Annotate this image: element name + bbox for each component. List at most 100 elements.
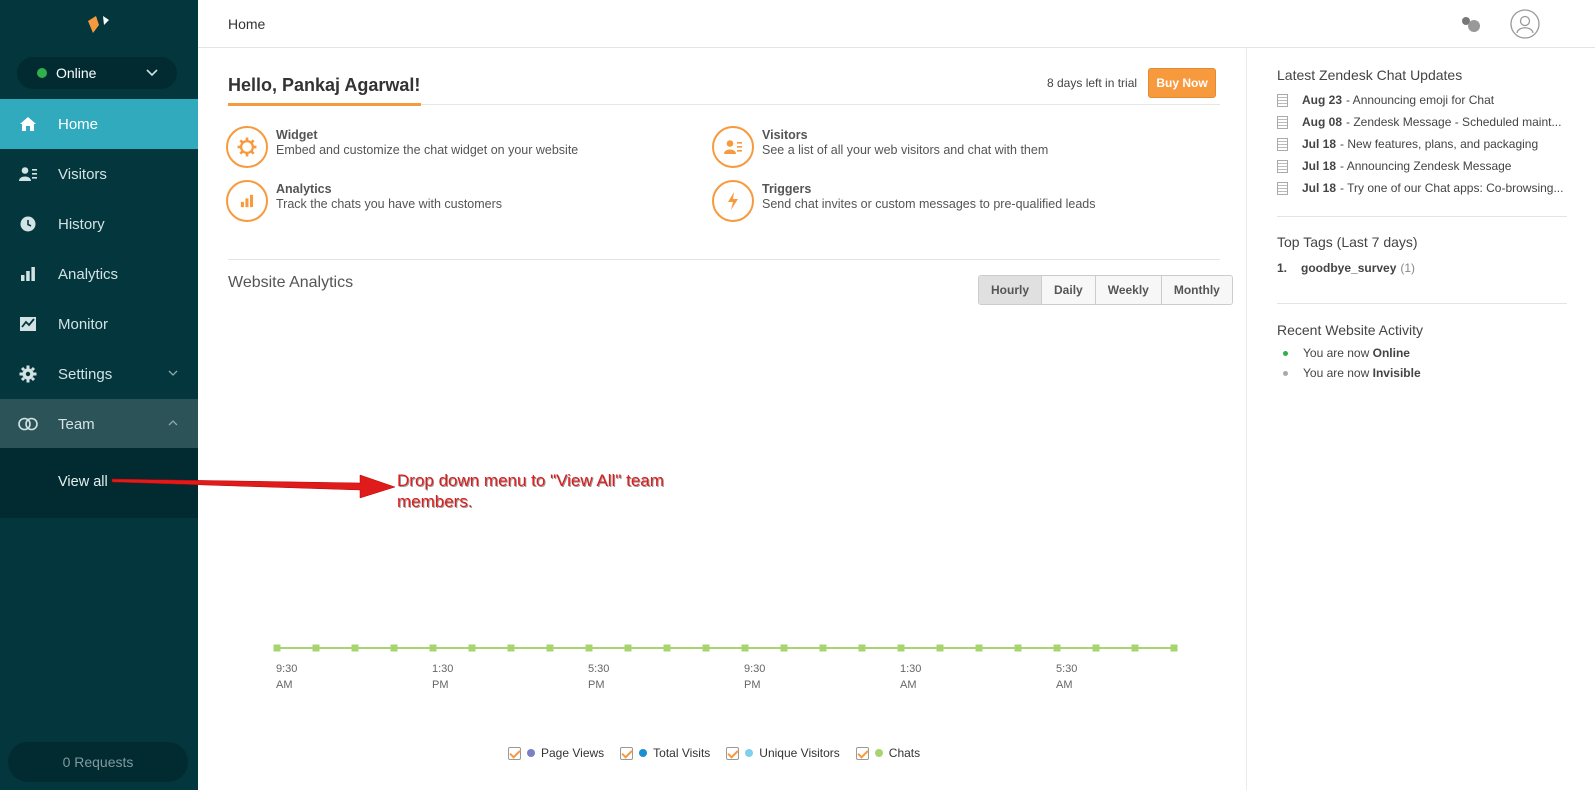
feature-widget[interactable]: Widget Embed and customize the chat widge… [226,126,578,168]
zendesk-logo-icon[interactable] [86,12,112,34]
feature-desc: Track the chats you have with customers [276,197,503,211]
data-point[interactable] [663,644,671,652]
update-item[interactable]: Jul 18- New features, plans, and packagi… [1277,137,1567,151]
apps-switcher-icon[interactable] [1460,14,1482,34]
tag-rank: 1. [1277,261,1288,275]
data-point[interactable] [273,644,281,652]
update-text: - Announcing emoji for Chat [1346,93,1495,107]
update-text: - Zendesk Message - Scheduled maint... [1346,115,1562,129]
data-point[interactable] [1014,644,1022,652]
update-date: Jul 18 [1302,159,1337,173]
monitor-icon [18,314,38,334]
period-hourly-button[interactable]: Hourly [979,276,1042,304]
sidebar-item-label: History [58,215,105,233]
data-point[interactable] [546,644,554,652]
data-point[interactable] [819,644,827,652]
legend-label: Page Views [541,746,605,760]
visitors-icon [18,164,38,184]
tag-item[interactable]: 1. goodbye_survey (1) [1277,261,1567,275]
activity-item: You are now Invisible [1283,366,1421,380]
analytics-chart: 9:30 AM 1:30 PM 5:30 PM 9:30 PM 1:30 AM 5:30 AM [273,644,1178,691]
sidebar-item-home[interactable]: Home [0,99,198,149]
data-point[interactable] [702,644,710,652]
top-bar: Home [198,0,1595,48]
data-point[interactable] [975,644,983,652]
sidebar-item-history[interactable]: History [0,199,198,249]
requests-counter[interactable]: 0 Requests [8,742,188,782]
activity-prefix: You are now [1303,366,1370,380]
data-point[interactable] [741,644,749,652]
home-icon [18,114,38,134]
legend-total-visits[interactable]: Total Visits [620,746,710,760]
feature-desc: See a list of all your web visitors and … [762,143,1049,157]
gear-icon [18,364,38,384]
trial-status: 8 days left in trial [1047,76,1138,90]
data-point[interactable] [468,644,476,652]
sidebar-subitem-view-all[interactable]: View all [58,474,108,490]
feature-title: Triggers [762,182,812,196]
tag-count: (1) [1400,261,1416,275]
data-point[interactable] [624,644,632,652]
x-tick-label: PM [744,679,761,691]
update-date: Aug 08 [1302,115,1343,129]
sidebar-item-monitor[interactable]: Monitor [0,299,198,349]
update-item[interactable]: Aug 23- Announcing emoji for Chat [1277,93,1567,107]
tags-title: Top Tags (Last 7 days) [1277,234,1418,250]
period-monthly-button[interactable]: Monthly [1160,276,1232,304]
data-point[interactable] [1092,644,1100,652]
online-dot-icon [37,68,47,78]
period-selector: Hourly Daily Weekly Monthly [978,275,1233,305]
update-text: - Announcing Zendesk Message [1340,159,1512,173]
period-weekly-button[interactable]: Weekly [1094,276,1161,304]
status-dropdown[interactable]: Online [17,57,177,89]
update-item[interactable]: Aug 08- Zendesk Message - Scheduled main… [1277,115,1567,129]
data-point[interactable] [390,644,398,652]
x-tick-label: PM [432,679,449,691]
feature-visitors[interactable]: Visitors See a list of all your web visit… [712,126,1048,168]
data-point[interactable] [429,644,437,652]
data-point[interactable] [312,644,320,652]
legend-label: Chats [888,746,921,760]
feature-analytics[interactable]: Analytics Track the chats you have with c… [226,180,502,222]
sidebar: Online Home Visitors History Analytics M… [0,0,198,790]
sidebar-item-team[interactable]: Team [0,399,198,449]
buy-now-button[interactable]: Buy Now [1148,68,1216,98]
checkbox-icon[interactable] [508,746,521,760]
activity-prefix: You are now [1303,346,1370,360]
data-point[interactable] [858,644,866,652]
legend-page-views[interactable]: Page Views [508,746,604,760]
main-content: Hello, Pankaj Agarwal! 8 days left in tr… [198,48,1246,790]
sidebar-item-visitors[interactable]: Visitors [0,149,198,199]
data-point[interactable] [585,644,593,652]
analytics-title: Website Analytics [228,274,354,291]
update-item[interactable]: Jul 18- Announcing Zendesk Message [1277,159,1567,173]
chevron-up-icon [168,420,178,426]
annotation-arrow-icon [111,474,396,499]
data-point[interactable] [351,644,359,652]
sidebar-item-analytics[interactable]: Analytics [0,249,198,299]
update-item[interactable]: Jul 18- Try one of our Chat apps: Co-bro… [1277,181,1567,195]
panel-divider [1277,216,1567,217]
data-point[interactable] [936,644,944,652]
gear-icon [226,126,268,168]
visitors-icon [712,126,754,168]
feature-desc: Embed and customize the chat widget on y… [276,143,579,157]
data-point[interactable] [780,644,788,652]
legend-label: Total Visits [653,746,711,760]
legend-label: Unique Visitors [759,746,840,760]
checkbox-icon[interactable] [726,746,740,760]
data-point[interactable] [1053,644,1061,652]
sidebar-item-settings[interactable]: Settings [0,349,198,399]
data-point[interactable] [1170,644,1178,652]
legend-unique-visitors[interactable]: Unique Visitors [726,746,840,760]
data-point[interactable] [507,644,515,652]
legend-chats[interactable]: Chats [855,746,921,760]
feature-triggers[interactable]: Triggers Send chat invites or custom mess… [712,180,1096,222]
checkbox-icon[interactable] [620,746,634,760]
avatar-icon[interactable] [1510,9,1540,39]
data-point[interactable] [1131,644,1139,652]
checkbox-icon[interactable] [855,746,869,760]
bar-chart-icon [226,180,268,222]
period-daily-button[interactable]: Daily [1041,276,1095,304]
data-point[interactable] [897,644,905,652]
